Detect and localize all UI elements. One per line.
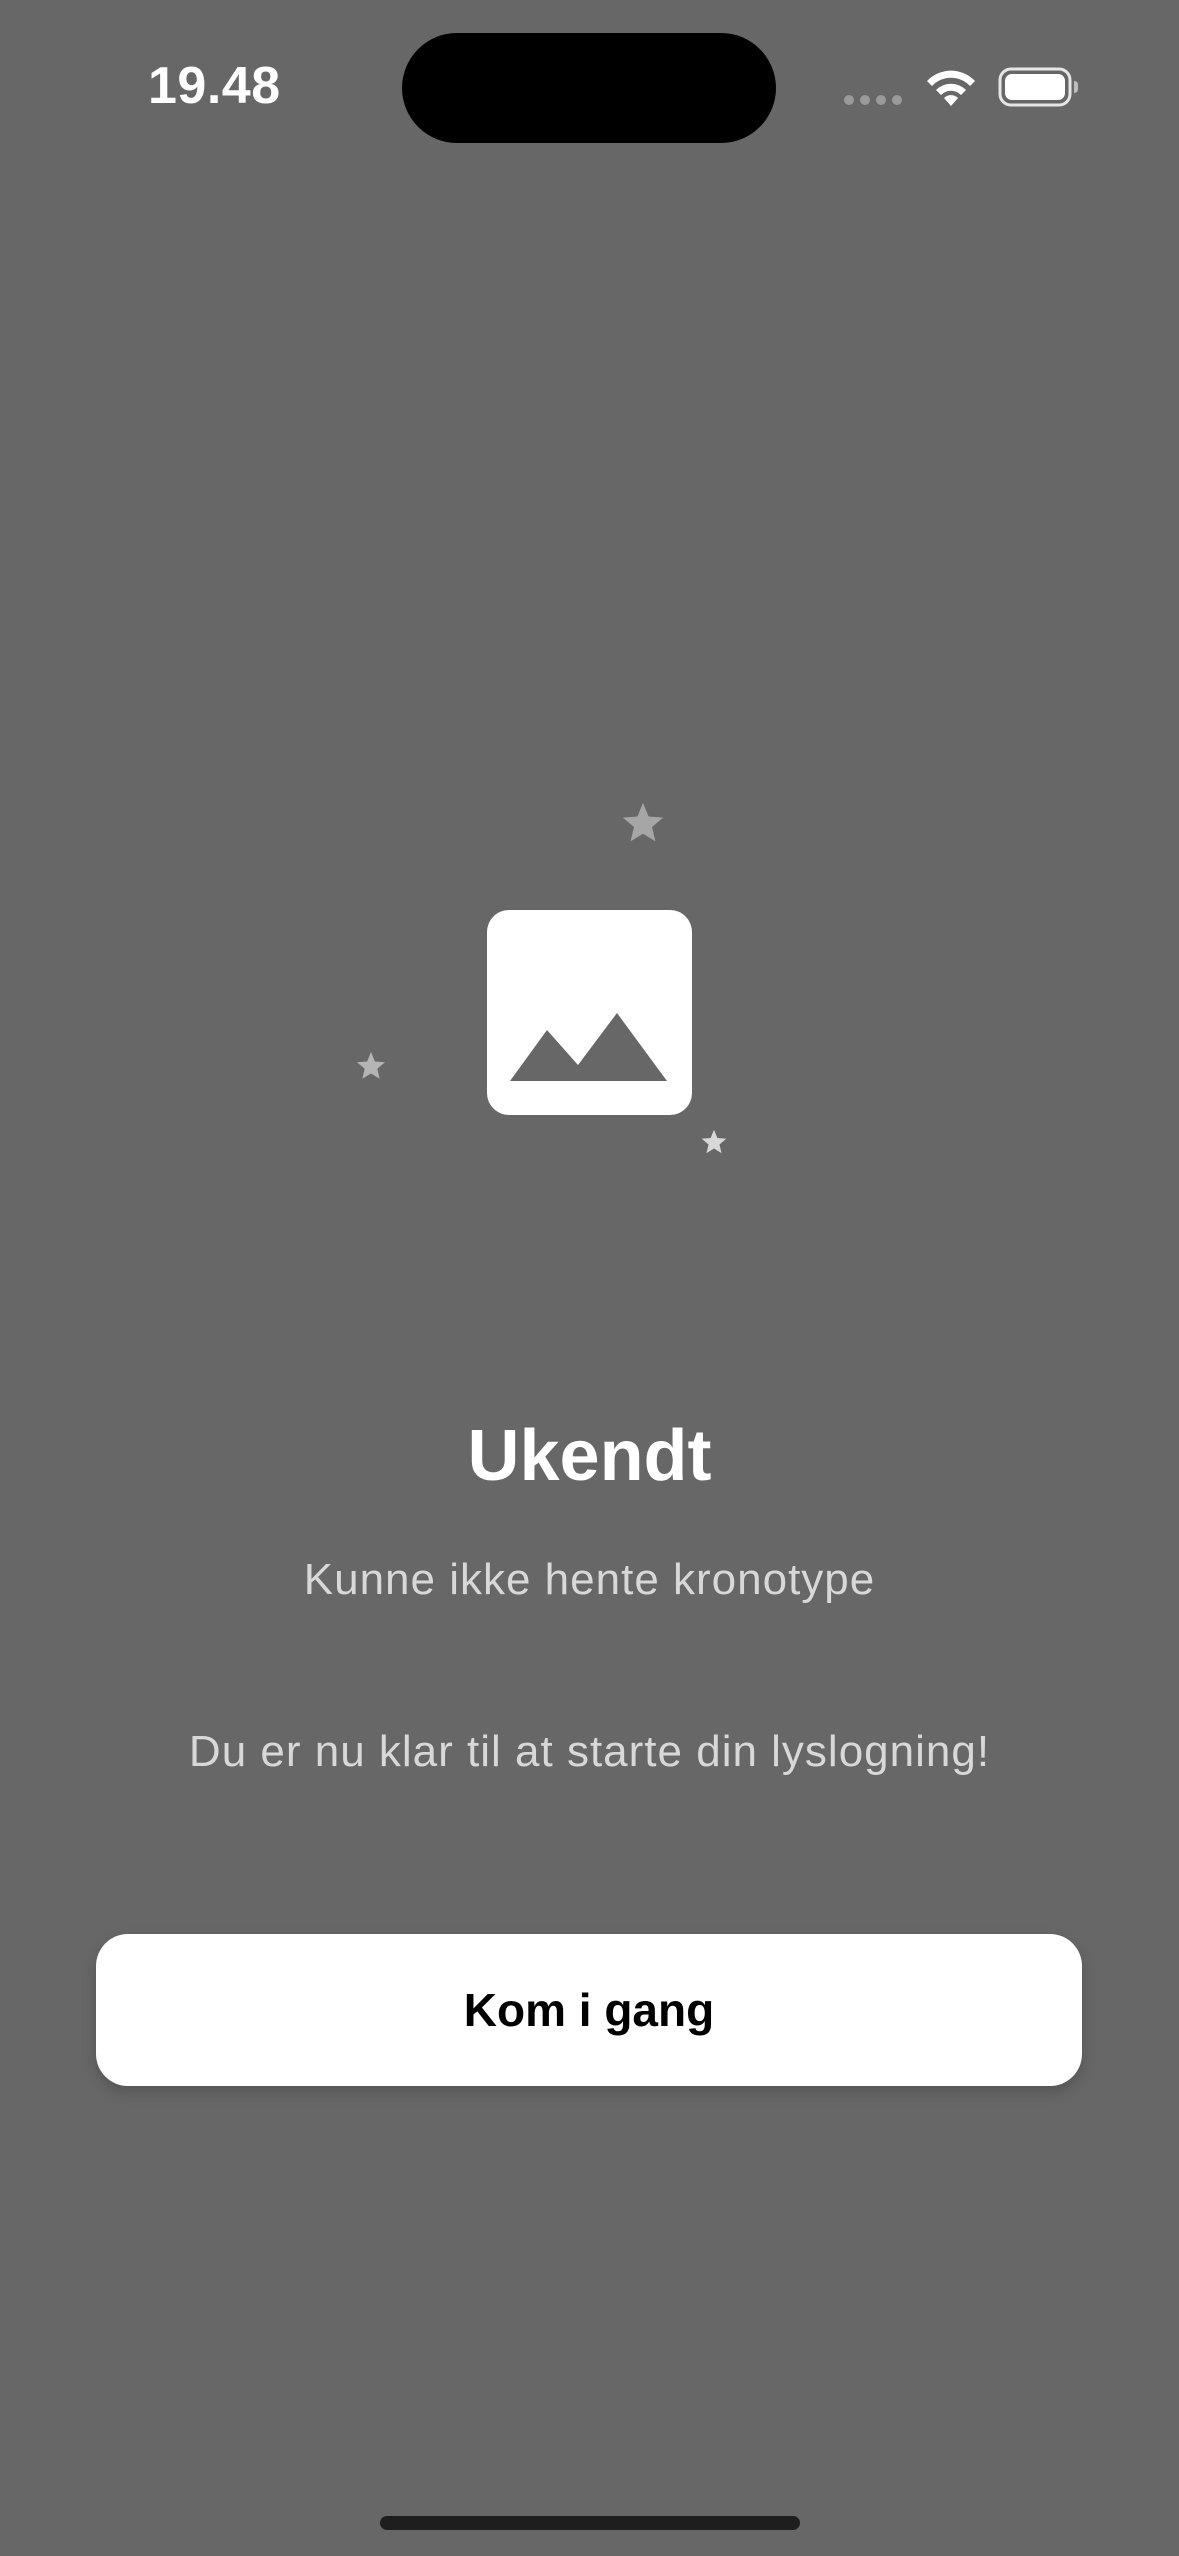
page-title: Ukendt [467,1416,712,1496]
result-subtitle: Kunne ikke hente kronotype [303,1555,876,1604]
cellular-signal-icon [844,95,902,105]
mountain-icon [510,1013,667,1081]
dynamic-island [402,33,776,143]
ready-message: Du er nu klar til at starte din lyslogni… [188,1727,991,1776]
star-icon [701,1129,727,1154]
star-icon [357,1052,385,1079]
home-indicator[interactable] [380,2516,800,2530]
wifi-icon [927,70,975,106]
status-time: 19.48 [148,57,281,115]
battery-icon [998,67,1078,107]
get-started-button[interactable]: Kom i gang [96,1934,1082,2086]
star-icon [622,802,664,842]
image-placeholder-icon [487,910,692,1115]
